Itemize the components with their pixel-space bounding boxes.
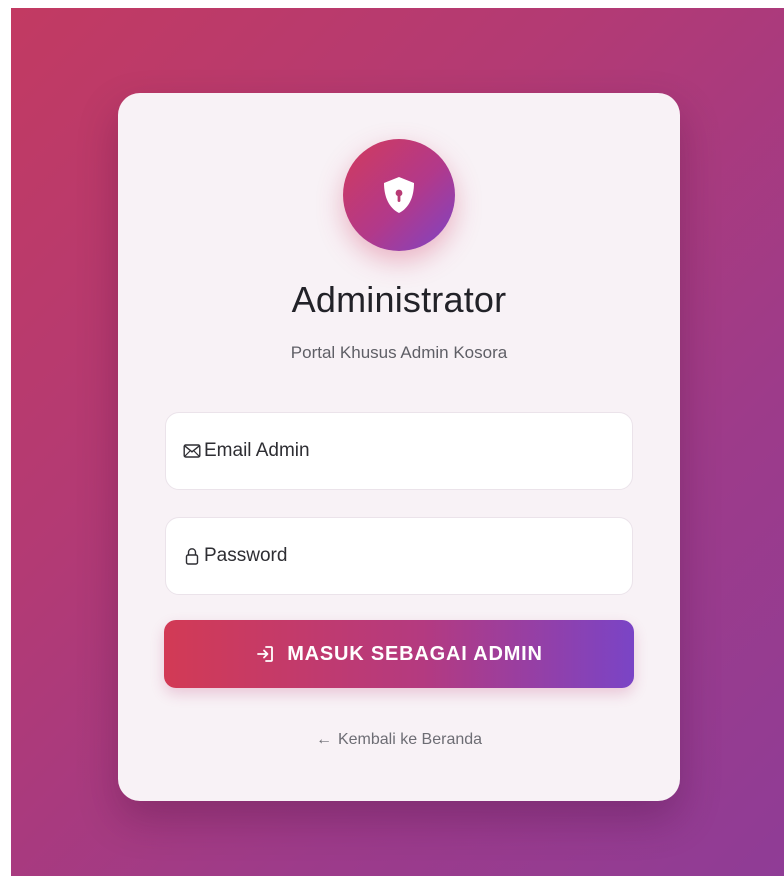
admin-logo	[343, 139, 455, 251]
password-field[interactable]	[165, 517, 633, 595]
login-button-label: MASUK SEBAGAI ADMIN	[287, 642, 543, 665]
email-field[interactable]	[165, 412, 633, 490]
page-subtitle: Portal Khusus Admin Kosora	[290, 343, 508, 362]
login-card: Administrator Portal Khusus Admin Kosora	[118, 93, 680, 801]
email-input[interactable]	[204, 413, 614, 489]
login-button[interactable]: MASUK SEBAGAI ADMIN	[164, 620, 634, 688]
lock-icon	[185, 548, 199, 565]
back-to-home-link[interactable]: ← Kembali ke Beranda	[118, 731, 680, 749]
page-title: Administrator	[291, 279, 507, 320]
envelope-icon	[183, 444, 201, 458]
password-input[interactable]	[204, 518, 614, 594]
shield-keyhole-icon	[384, 177, 414, 213]
sign-in-icon	[257, 646, 274, 662]
back-link-label: Kembali ke Beranda	[337, 731, 483, 748]
page-background: Administrator Portal Khusus Admin Kosora	[11, 8, 784, 876]
arrow-left-icon: ←	[315, 731, 332, 748]
